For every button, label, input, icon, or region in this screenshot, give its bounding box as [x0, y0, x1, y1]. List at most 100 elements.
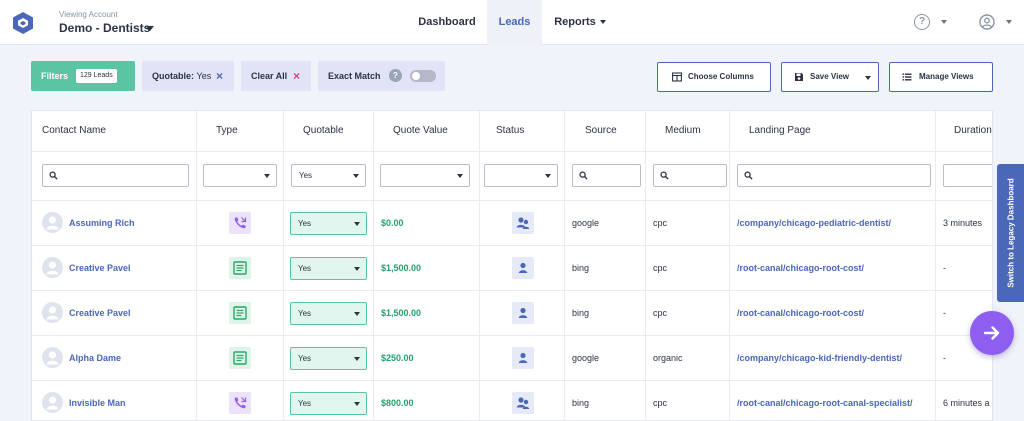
form-icon[interactable] — [229, 257, 251, 279]
medium-cell: organic — [653, 353, 683, 363]
avatar — [42, 212, 63, 233]
column-header-source[interactable]: Source — [585, 111, 617, 151]
quotable-select[interactable]: Yes — [290, 257, 367, 280]
person-status-icon[interactable] — [512, 257, 534, 279]
choose-columns-label: Choose Columns — [688, 72, 754, 81]
filters-button[interactable]: Filters 129 Leads — [31, 61, 135, 91]
chevron-down-icon[interactable] — [146, 26, 154, 31]
column-header-quotable[interactable]: Quotable — [303, 111, 344, 151]
column-header-quote-value[interactable]: Quote Value — [393, 111, 448, 151]
landing-page-link[interactable]: /company/chicago-kid-friendly-dentist/ — [737, 336, 902, 381]
column-header-status[interactable]: Status — [496, 111, 524, 151]
contact-name-link[interactable]: Creative Pavel — [69, 291, 131, 336]
type-filter-select[interactable] — [203, 164, 277, 187]
contact-name-search-input[interactable] — [42, 164, 189, 187]
quotable-select-value: Yes — [298, 219, 312, 228]
duration-cell: 3 minutes — [943, 218, 983, 228]
column-header-landing-page[interactable]: Landing Page — [749, 111, 811, 151]
switch-to-legacy-dashboard-tab[interactable]: Switch to Legacy Dashboard — [997, 164, 1024, 302]
landing-page-link[interactable]: /root-canal/chicago-root-canal-specialis… — [737, 381, 913, 420]
duration-cell: - — [943, 308, 946, 318]
quotable-select-value: Yes — [298, 354, 312, 363]
user-menu-chevron-icon[interactable] — [1006, 20, 1012, 24]
account-switcher[interactable]: Demo - Dentists — [59, 21, 150, 35]
group-status-icon[interactable] — [512, 212, 534, 234]
save-view-label: Save View — [810, 72, 849, 81]
search-icon — [579, 171, 588, 180]
landing-page-link[interactable]: /root-canal/chicago-root-cost/ — [737, 246, 864, 291]
table-row[interactable]: Invisible Man Yes $800.00 bing cpc/root-cana… — [32, 381, 992, 420]
help-menu-chevron-icon[interactable] — [941, 20, 947, 24]
next-action-button[interactable] — [970, 311, 1014, 355]
contact-name-link[interactable]: Creative Pavel — [69, 246, 131, 291]
landing-page-search-input[interactable] — [737, 164, 931, 187]
form-icon[interactable] — [229, 347, 251, 369]
column-header-medium[interactable]: Medium — [665, 111, 701, 151]
form-icon[interactable] — [229, 302, 251, 324]
list-icon — [902, 73, 912, 81]
user-account-icon[interactable] — [979, 14, 995, 30]
quote-value[interactable]: $1,500.00 — [381, 246, 421, 291]
table-row[interactable]: Creative Pavel Yes $1,500.00 bing cpc/root-c… — [32, 291, 992, 336]
table-row[interactable]: Alpha Dame Yes $250.00 google organic/compan… — [32, 336, 992, 381]
quotable-select[interactable]: Yes — [290, 212, 367, 235]
filters-label: Filters — [41, 71, 69, 81]
exact-match-toggle[interactable] — [410, 70, 436, 82]
header-divider — [32, 151, 992, 152]
medium-cell: cpc — [653, 308, 668, 318]
quotable-filter-chip[interactable]: Quotable: Yes × — [142, 61, 234, 91]
column-header-contact-name[interactable]: Contact Name — [42, 111, 106, 151]
phone-call-icon[interactable] — [229, 212, 251, 234]
clear-all-button[interactable]: Clear All × — [241, 61, 311, 91]
medium-search-input[interactable] — [653, 164, 727, 187]
leads-count-badge: 129 Leads — [76, 69, 117, 83]
save-icon — [795, 73, 803, 81]
group-status-icon[interactable] — [512, 392, 534, 414]
chevron-down-icon — [865, 76, 871, 80]
quote-value[interactable]: $0.00 — [381, 201, 404, 246]
help-icon[interactable]: ? — [389, 69, 402, 82]
clear-all-label: Clear All — [251, 71, 288, 81]
nav-reports[interactable]: Reports — [548, 0, 612, 45]
remove-filter-icon[interactable]: × — [216, 61, 223, 91]
source-search-input[interactable] — [572, 164, 641, 187]
table-row[interactable]: Assuming Rich Yes $0.00 google cpc/company/c… — [32, 201, 992, 246]
duration-cell: - — [943, 263, 946, 273]
avatar — [42, 347, 63, 368]
column-header-duration[interactable]: Duration — [954, 111, 992, 151]
app-logo-icon[interactable] — [12, 11, 34, 35]
column-header-type[interactable]: Type — [216, 111, 238, 151]
quotable-select[interactable]: Yes — [290, 302, 367, 325]
quote-value[interactable]: $800.00 — [381, 381, 414, 420]
person-status-icon[interactable] — [512, 302, 534, 324]
quotable-filter-select-value: Yes — [299, 171, 313, 180]
status-filter-select[interactable] — [484, 164, 558, 187]
source-cell: bing — [572, 263, 590, 273]
chevron-down-icon — [599, 20, 606, 25]
contact-name-link[interactable]: Invisible Man — [69, 381, 126, 420]
nav-leads[interactable]: Leads — [487, 0, 542, 45]
phone-call-icon[interactable] — [229, 392, 251, 414]
choose-columns-button[interactable]: Choose Columns — [657, 62, 771, 92]
duration-filter-input[interactable] — [943, 164, 992, 187]
person-status-icon[interactable] — [512, 347, 534, 369]
landing-page-link[interactable]: /root-canal/chicago-root-cost/ — [737, 291, 864, 336]
source-cell: bing — [572, 398, 590, 408]
quotable-select[interactable]: Yes — [290, 347, 367, 370]
contact-name-link[interactable]: Assuming Rich — [69, 201, 135, 246]
quote-value[interactable]: $250.00 — [381, 336, 414, 381]
landing-page-link[interactable]: /company/chicago-pediatric-dentist/ — [737, 201, 891, 246]
avatar — [42, 302, 63, 323]
quote-value[interactable]: $1,500.00 — [381, 291, 421, 336]
quotable-filter-select[interactable]: Yes — [291, 164, 366, 187]
contact-name-link[interactable]: Alpha Dame — [69, 336, 121, 381]
nav-dashboard[interactable]: Dashboard — [414, 0, 480, 45]
manage-views-button[interactable]: Manage Views — [889, 62, 993, 92]
table-row[interactable]: Creative Pavel Yes $1,500.00 bing cpc/root-c… — [32, 246, 992, 291]
save-view-button[interactable]: Save View — [781, 62, 879, 92]
quotable-select[interactable]: Yes — [290, 392, 367, 415]
help-icon[interactable]: ? — [914, 14, 930, 30]
quote-value-filter-select[interactable] — [380, 164, 470, 187]
columns-icon — [672, 72, 682, 82]
exact-match-control: Exact Match ? — [318, 61, 445, 91]
